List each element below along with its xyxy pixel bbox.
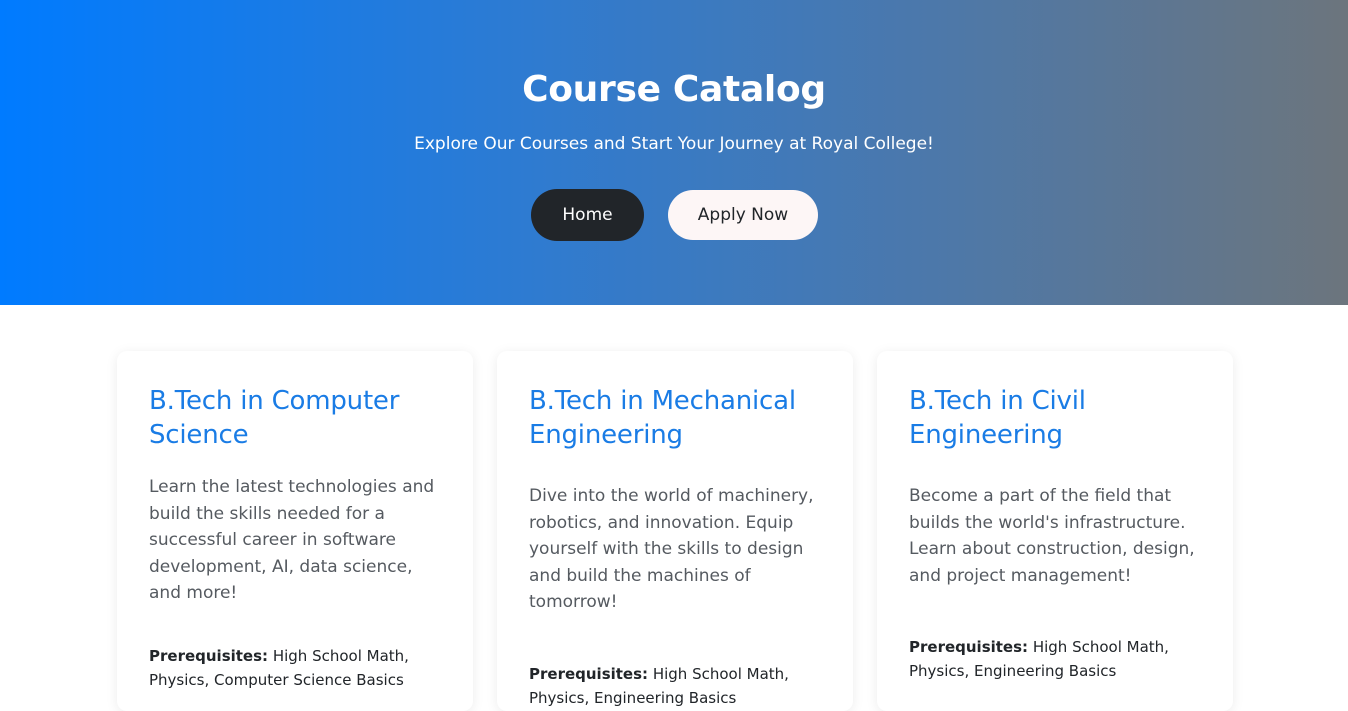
- course-description: Learn the latest technologies and build …: [149, 477, 435, 603]
- hero-banner: Course Catalog Explore Our Courses and S…: [0, 0, 1348, 305]
- home-button[interactable]: Home: [531, 189, 644, 241]
- prerequisites-label: Prerequisites:: [909, 638, 1029, 656]
- apply-now-button[interactable]: Apply Now: [668, 190, 818, 240]
- course-prerequisites: Prerequisites: High School Math, Physics…: [909, 635, 1205, 683]
- course-title: B.Tech in Civil Engineering: [909, 386, 1086, 450]
- course-description: Become a part of the field that builds t…: [909, 486, 1195, 586]
- course-card: B.Tech in Computer Science Learn the lat…: [117, 351, 473, 711]
- hero-subtitle: Explore Our Courses and Start Your Journ…: [414, 134, 934, 154]
- course-card-content: B.Tech in Civil Engineering Become a par…: [909, 384, 1205, 683]
- course-prerequisites: Prerequisites: High School Math, Physics…: [149, 644, 445, 692]
- course-prerequisites: Prerequisites: High School Math, Physics…: [529, 662, 825, 710]
- prerequisites-label: Prerequisites:: [529, 664, 649, 683]
- course-card: B.Tech in Mechanical Engineering Dive in…: [497, 351, 853, 711]
- page-title: Course Catalog: [522, 69, 826, 110]
- course-card-content: B.Tech in Computer Science Learn the lat…: [149, 384, 445, 692]
- course-card: B.Tech in Civil Engineering Become a par…: [877, 351, 1233, 711]
- course-description: Dive into the world of machinery, roboti…: [529, 486, 814, 612]
- course-card-content: B.Tech in Mechanical Engineering Dive in…: [529, 384, 825, 710]
- prerequisites-label: Prerequisites:: [149, 646, 269, 665]
- course-title: B.Tech in Mechanical Engineering: [529, 386, 796, 450]
- course-title: B.Tech in Computer Science: [149, 386, 400, 450]
